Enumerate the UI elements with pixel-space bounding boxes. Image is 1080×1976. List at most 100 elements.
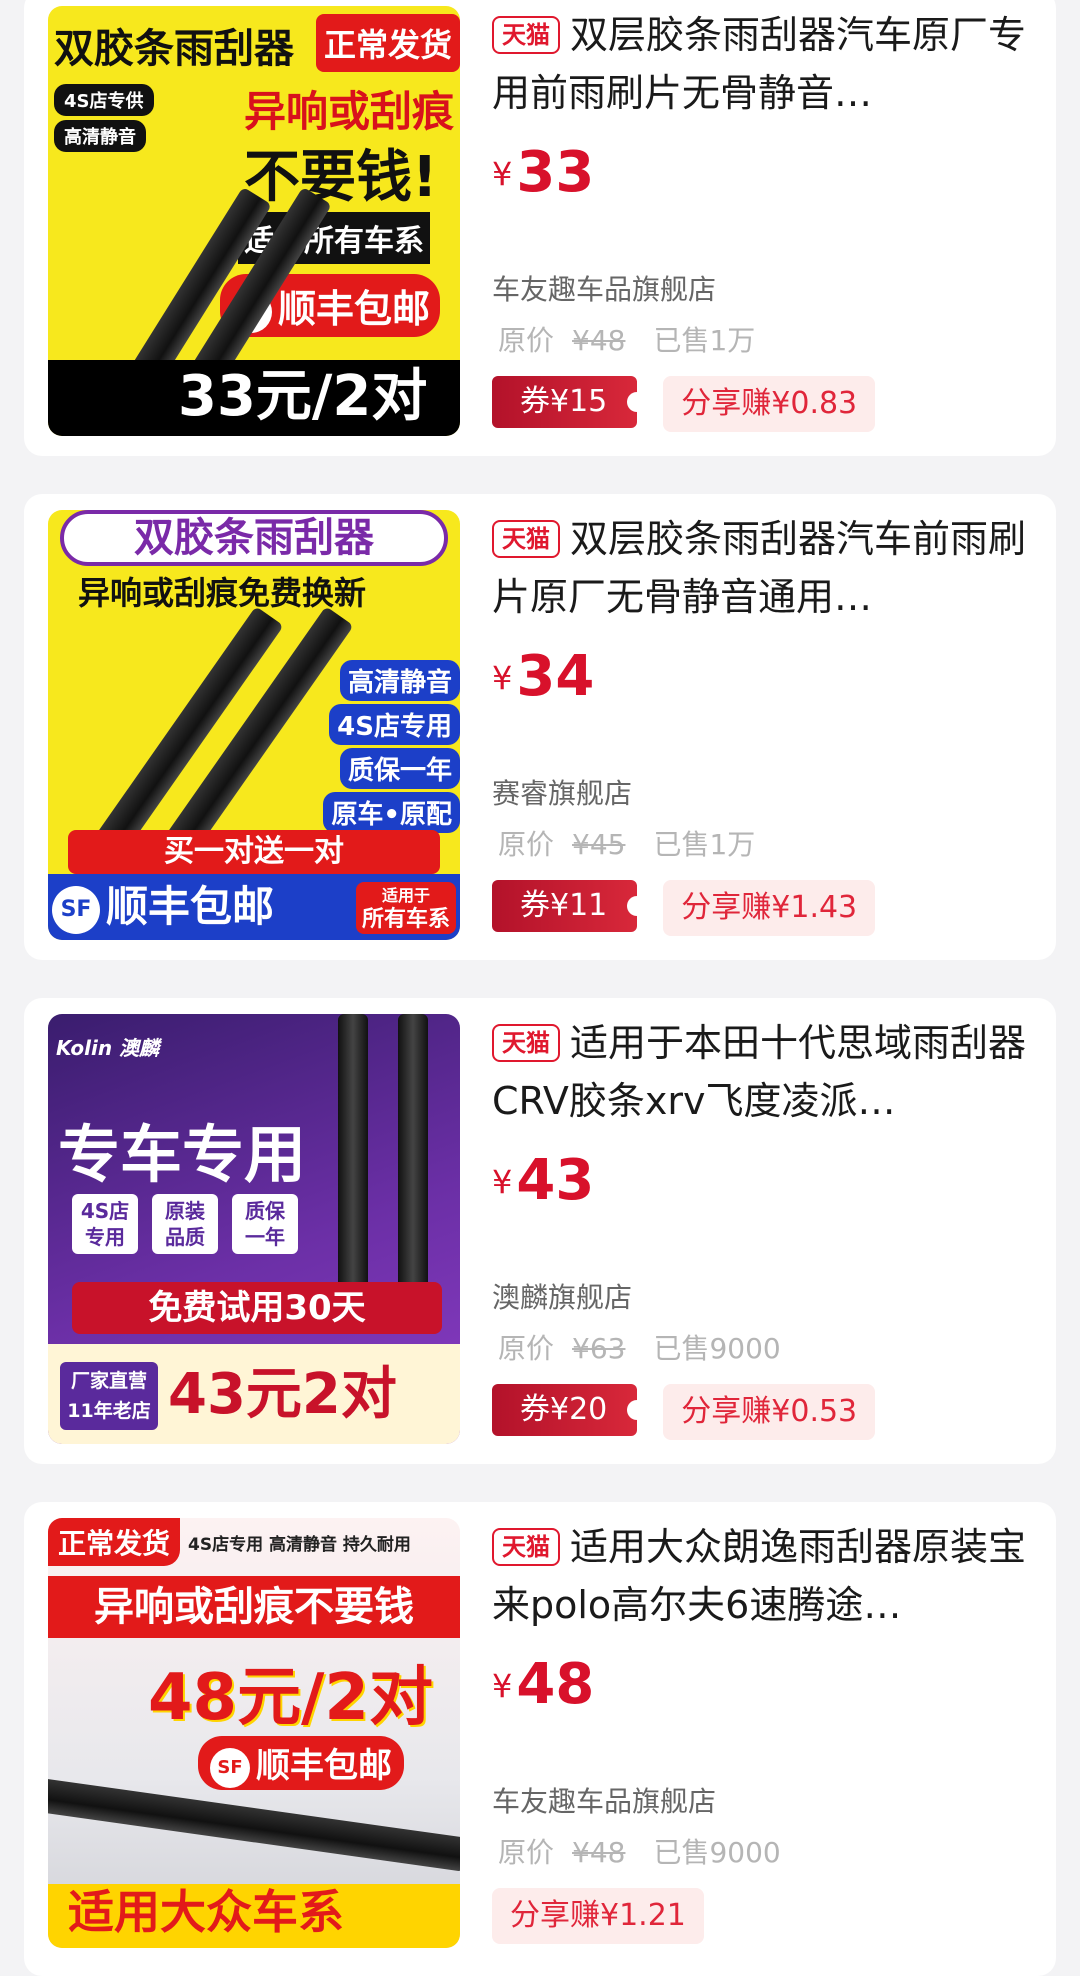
tmall-tag: 天猫 xyxy=(492,520,560,558)
tmall-tag: 天猫 xyxy=(492,1528,560,1566)
product-price: ¥43 xyxy=(492,1148,594,1213)
image-text: 厂家直营 xyxy=(70,1370,147,1392)
product-info: 天猫 适用大众朗逸雨刮器原装宝来polo高尔夫6速腾途… ¥48 车友趣车品旗舰店… xyxy=(492,1518,1044,1948)
image-text: 一年 xyxy=(245,1225,285,1249)
product-title-text: 双层胶条雨刮器汽车原厂专用前雨刷片无骨静音… xyxy=(492,13,1027,115)
share-earn-button[interactable]: 分享赚¥1.43 xyxy=(663,880,876,936)
image-text: 异响或刮痕不要钱 xyxy=(48,1576,460,1638)
original-price-label: 原价 xyxy=(498,324,555,357)
product-info: 天猫 双层胶条雨刮器汽车前雨刷片原厂无骨静音通用… ¥34 赛睿旗舰店 原价 ¥45… xyxy=(492,510,1044,940)
image-text: 免费试用30天 xyxy=(72,1282,442,1334)
product-chips: 分享赚¥1.21 xyxy=(492,1888,704,1944)
product-card[interactable]: 双胶条雨刮器 正常发货 4S店专供 高清静音 异响或刮痕 不要钱! 适用所有车系… xyxy=(24,0,1056,456)
sf-icon: SF xyxy=(210,1747,250,1788)
image-text: 顺丰包邮 xyxy=(278,287,431,331)
sf-badge: SF顺丰包邮 xyxy=(52,873,274,934)
image-text: 48元/2对 xyxy=(148,1661,433,1735)
product-card[interactable]: 正常发货 4S店专用 高清静音 持久耐用 异响或刮痕不要钱 48元/2对 SF 顺… xyxy=(24,1502,1056,1976)
product-image[interactable]: 正常发货 4S店专用 高清静音 持久耐用 异响或刮痕不要钱 48元/2对 SF 顺… xyxy=(48,1518,460,1948)
product-chips: 券¥15 分享赚¥0.83 xyxy=(492,376,876,432)
product-title-text: 适用大众朗逸雨刮器原装宝来polo高尔夫6速腾途… xyxy=(492,1525,1027,1627)
shop-name[interactable]: 车友趣车品旗舰店 xyxy=(492,1780,716,1820)
price-value: 48 xyxy=(516,1652,595,1717)
image-text: 专车专用 xyxy=(58,1118,307,1191)
image-text: 顺丰包邮 xyxy=(256,1746,392,1786)
feature-badge: 原装 品质 xyxy=(152,1194,218,1254)
wiper-blade-image xyxy=(48,1778,460,1872)
feature-badge: 4S店 专用 xyxy=(72,1194,138,1254)
product-meta: 原价 ¥63 已售9000 xyxy=(498,1327,781,1367)
product-image[interactable]: 双胶条雨刮器 正常发货 4S店专供 高清静音 异响或刮痕 不要钱! 适用所有车系… xyxy=(48,6,460,436)
sold-count: 已售1万 xyxy=(653,324,756,357)
image-text: 原车•原配 xyxy=(323,792,460,833)
coupon-button[interactable]: 券¥15 xyxy=(492,376,648,428)
coupon-button[interactable]: 券¥20 xyxy=(492,1384,648,1436)
product-image[interactable]: 双胶条雨刮器 异响或刮痕免费换新 高清静音 4S店专用 质保一年 原车•原配 买… xyxy=(48,510,460,940)
product-card[interactable]: Kolin 澳麟 专车专用 4S店 专用 原装 品质 质保 一年 免费试用30天 厂家… xyxy=(24,998,1056,1464)
sold-count: 已售1万 xyxy=(653,828,756,861)
currency-symbol: ¥ xyxy=(492,155,513,193)
price-value: 33 xyxy=(516,140,595,205)
image-text: 异响或刮痕免费换新 xyxy=(78,574,367,612)
image-text: 适用于 xyxy=(381,886,430,905)
product-title[interactable]: 天猫 双层胶条雨刮器汽车前雨刷片原厂无骨静音通用… xyxy=(492,510,1044,626)
sold-count: 已售9000 xyxy=(653,1836,781,1869)
image-text: 43元2对 xyxy=(168,1362,397,1427)
image-text: 4S店 xyxy=(80,1199,130,1223)
image-text: 适用大众车系 xyxy=(68,1885,344,1939)
sf-badge: SF顺丰包邮 xyxy=(198,1736,404,1790)
shop-name[interactable]: 澳麟旗舰店 xyxy=(492,1276,632,1316)
product-meta: 原价 ¥48 已售9000 xyxy=(498,1831,781,1871)
product-info: 天猫 适用于本田十代思域雨刮器CRV胶条xrv飞度凌派… ¥43 澳麟旗舰店 原价… xyxy=(492,1014,1044,1444)
image-text: 11年老店 xyxy=(67,1400,151,1422)
product-title[interactable]: 天猫 适用于本田十代思域雨刮器CRV胶条xrv飞度凌派… xyxy=(492,1014,1044,1130)
image-text: 4S店专用 xyxy=(329,704,460,745)
currency-symbol: ¥ xyxy=(492,1163,513,1201)
original-price-label: 原价 xyxy=(498,1836,555,1869)
tmall-tag: 天猫 xyxy=(492,1024,560,1062)
product-title-text: 双层胶条雨刮器汽车前雨刷片原厂无骨静音通用… xyxy=(492,517,1027,619)
product-list: 双胶条雨刮器 正常发货 4S店专供 高清静音 异响或刮痕 不要钱! 适用所有车系… xyxy=(0,0,1080,1976)
image-text: 质保 xyxy=(245,1199,285,1223)
price-value: 43 xyxy=(516,1148,595,1213)
product-meta: 原价 ¥48 已售1万 xyxy=(498,319,755,359)
tmall-tag: 天猫 xyxy=(492,16,560,54)
brand-logo: Kolin 澳麟 xyxy=(56,1036,160,1060)
image-text: 正常发货 xyxy=(48,1518,181,1566)
image-text: 异响或刮痕 xyxy=(244,87,455,136)
wiper-blade-image xyxy=(398,1014,428,1324)
feature-badge: 质保 一年 xyxy=(232,1194,298,1254)
image-text: 高清静音 xyxy=(54,120,146,152)
shop-name[interactable]: 赛睿旗舰店 xyxy=(492,772,632,812)
image-text: 33元/2对 xyxy=(178,364,428,429)
share-earn-button[interactable]: 分享赚¥0.53 xyxy=(663,1384,876,1440)
product-title-text: 适用于本田十代思域雨刮器CRV胶条xrv飞度凌派… xyxy=(492,1021,1027,1123)
product-price: ¥48 xyxy=(492,1652,594,1717)
product-meta: 原价 ¥45 已售1万 xyxy=(498,823,755,863)
share-earn-button[interactable]: 分享赚¥1.21 xyxy=(492,1888,704,1944)
product-chips: 券¥20 分享赚¥0.53 xyxy=(492,1384,876,1440)
original-price-label: 原价 xyxy=(498,828,555,861)
currency-symbol: ¥ xyxy=(492,659,513,697)
share-earn-button[interactable]: 分享赚¥0.83 xyxy=(663,376,876,432)
image-text: 双胶条雨刮器 xyxy=(54,26,294,72)
price-value: 34 xyxy=(516,644,595,709)
image-text: 高清静音 xyxy=(339,660,460,701)
sold-count: 已售9000 xyxy=(653,1332,781,1365)
product-title[interactable]: 天猫 双层胶条雨刮器汽车原厂专用前雨刷片无骨静音… xyxy=(492,6,1044,122)
coupon-button[interactable]: 券¥11 xyxy=(492,880,648,932)
product-title[interactable]: 天猫 适用大众朗逸雨刮器原装宝来polo高尔夫6速腾途… xyxy=(492,1518,1044,1634)
image-text: 品质 xyxy=(165,1225,205,1249)
image-text: 专用 xyxy=(85,1225,125,1249)
product-price: ¥33 xyxy=(492,140,594,205)
image-text: 所有车系 xyxy=(361,907,450,932)
product-image[interactable]: Kolin 澳麟 专车专用 4S店 专用 原装 品质 质保 一年 免费试用30天 厂家… xyxy=(48,1014,460,1444)
image-text: 顺丰包邮 xyxy=(106,882,275,931)
shop-name[interactable]: 车友趣车品旗舰店 xyxy=(492,268,716,308)
image-text: 买一对送一对 xyxy=(68,830,440,874)
fit-badge: 适用于 所有车系 xyxy=(355,882,456,934)
factory-badge: 厂家直营 11年老店 xyxy=(60,1362,158,1430)
product-card[interactable]: 双胶条雨刮器 异响或刮痕免费换新 高清静音 4S店专用 质保一年 原车•原配 买… xyxy=(24,494,1056,960)
original-price: ¥48 xyxy=(572,324,626,357)
original-price: ¥63 xyxy=(572,1332,626,1365)
